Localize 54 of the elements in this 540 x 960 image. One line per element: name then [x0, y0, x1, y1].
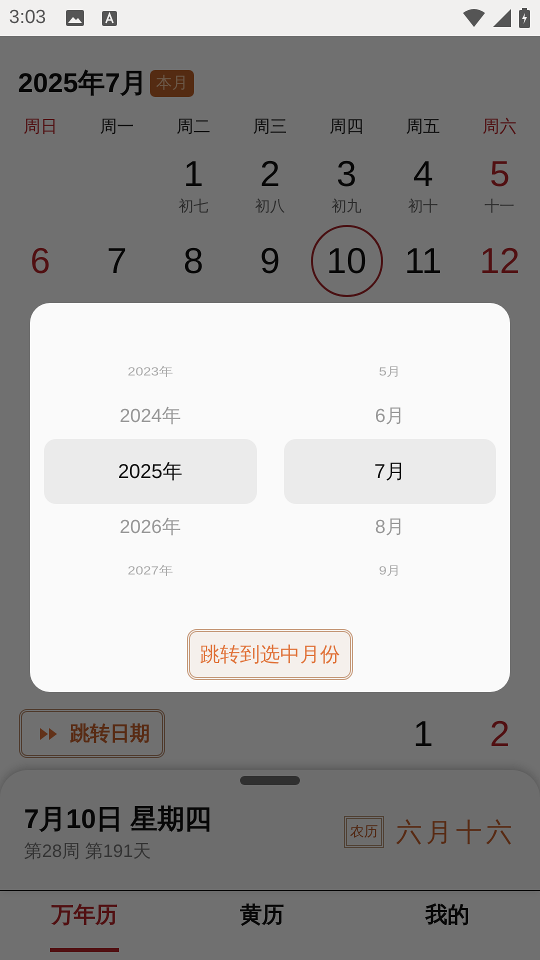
weekday-label: 周二: [175, 116, 212, 138]
day-number[interactable]: 12: [480, 241, 520, 281]
month-option[interactable]: 9月: [284, 553, 496, 589]
lunar-date: 初八: [254, 198, 285, 216]
weekday-label: 周六: [482, 116, 518, 138]
day-number[interactable]: 2: [490, 712, 510, 756]
signal-icon: [493, 9, 511, 27]
month-title: 2025年7月: [18, 67, 148, 100]
year-option[interactable]: 2023年: [44, 354, 256, 390]
weekday-label: 周四: [328, 116, 365, 138]
fast-forward-icon: [40, 728, 58, 740]
selected-month[interactable]: 7月: [284, 439, 496, 504]
year-option[interactable]: 2026年: [44, 504, 256, 550]
status-time: 3:03: [9, 7, 46, 29]
weekday-label: 周三: [252, 116, 288, 138]
day-number[interactable]: 10: [310, 225, 383, 297]
day-number[interactable]: 11: [404, 241, 442, 281]
weekday-label: 周一: [98, 116, 135, 138]
selected-date: 7月10日 星期四: [24, 803, 213, 836]
day-number[interactable]: 7: [106, 241, 127, 281]
month-option[interactable]: 5月: [284, 354, 496, 390]
year-option[interactable]: 2024年: [44, 393, 256, 439]
wifi-icon: [463, 9, 485, 27]
day-number[interactable]: 2: [260, 154, 280, 194]
day-number[interactable]: 4: [413, 154, 434, 194]
nav-tab[interactable]: 万年历: [50, 891, 120, 952]
day-number[interactable]: 3: [336, 154, 357, 194]
day-number[interactable]: 8: [183, 241, 204, 281]
day-number[interactable]: 1: [413, 712, 434, 756]
lunar-date: 六月十六: [396, 816, 516, 848]
weekday-label: 周五: [405, 116, 442, 138]
lunar-date: 初九: [332, 198, 362, 216]
nav-tab[interactable]: 黄历: [227, 891, 297, 952]
lunar-date: 十一: [484, 198, 515, 216]
weekday-label: 周日: [22, 116, 58, 138]
drag-handle[interactable]: [240, 776, 300, 785]
selected-year[interactable]: 2025年: [44, 439, 256, 504]
lunar-date: 初十: [408, 198, 438, 216]
month-option[interactable]: 6月: [284, 393, 496, 439]
year-option[interactable]: 2027年: [44, 553, 256, 589]
jump-date-button[interactable]: 跳转日期: [19, 709, 165, 758]
day-number[interactable]: 1: [183, 154, 204, 194]
week-day-info: 第28周 第191天: [24, 840, 152, 863]
image-icon: [66, 10, 84, 26]
lunar-badge: 农历: [344, 816, 384, 848]
day-number[interactable]: 9: [260, 241, 280, 281]
battery-icon: [519, 8, 530, 28]
lunar-date: 初七: [178, 198, 208, 216]
nav-tab[interactable]: 我的: [412, 891, 482, 952]
month-option[interactable]: 8月: [284, 504, 496, 550]
day-number[interactable]: 6: [30, 241, 50, 281]
jump-to-month-button[interactable]: 跳转到选中月份: [187, 629, 353, 680]
font-icon: [102, 10, 117, 26]
day-number[interactable]: 5: [490, 154, 510, 194]
